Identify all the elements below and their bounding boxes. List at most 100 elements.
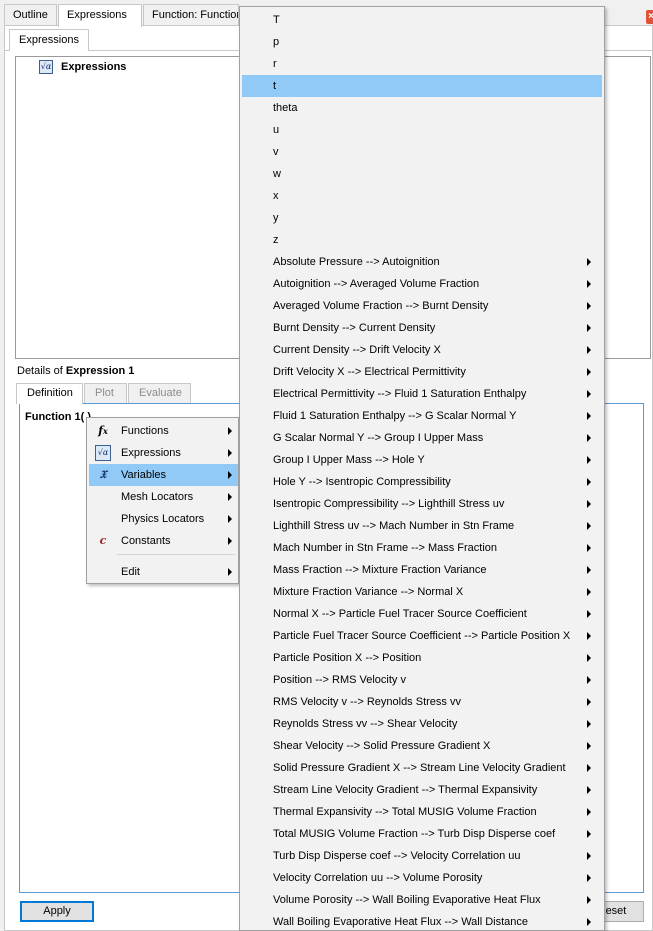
variable-menu-item[interactable]: Mass Fraction --> Mixture Fraction Varia… xyxy=(242,559,602,581)
close-icon[interactable]: × xyxy=(646,10,653,24)
chevron-right-icon xyxy=(587,676,591,684)
apply-button[interactable]: Apply xyxy=(20,901,94,922)
variable-menu-item[interactable]: Current Density --> Drift Velocity X xyxy=(242,339,602,361)
variable-menu-item[interactable]: v xyxy=(242,141,602,163)
variable-menu-item[interactable]: p xyxy=(242,31,602,53)
variable-menu-item-label: Isentropic Compressibility --> Lighthill… xyxy=(273,498,505,510)
chevron-right-icon xyxy=(587,258,591,266)
variable-menu-item-label: v xyxy=(273,146,279,158)
variable-menu-item-label: Particle Position X --> Position xyxy=(273,652,422,664)
tab-evaluate[interactable]: Evaluate xyxy=(128,383,191,403)
variable-menu-item[interactable]: Reynolds Stress vv --> Shear Velocity xyxy=(242,713,602,735)
variable-menu-item-label: y xyxy=(273,212,279,224)
menu-item-variables[interactable]: 𝔛 Variables xyxy=(89,464,238,486)
variable-x-icon: 𝔛 xyxy=(99,468,107,481)
menu-item-mesh-locators[interactable]: Mesh Locators xyxy=(89,486,238,508)
variable-menu-item-label: Reynolds Stress vv --> Shear Velocity xyxy=(273,718,458,730)
chevron-right-icon xyxy=(587,500,591,508)
variable-menu-item[interactable]: u xyxy=(242,119,602,141)
menu-item-constants[interactable]: c Constants xyxy=(89,530,238,552)
menu-item-label: Expressions xyxy=(121,447,181,459)
variable-menu-item-label: Mixture Fraction Variance --> Normal X xyxy=(273,586,464,598)
menu-item-label: Constants xyxy=(121,535,171,547)
variable-menu-item[interactable]: Stream Line Velocity Gradient --> Therma… xyxy=(242,779,602,801)
menu-item-label: Edit xyxy=(121,566,140,578)
variable-menu-item[interactable]: t xyxy=(242,75,602,97)
variable-menu-item[interactable]: RMS Velocity v --> Reynolds Stress vv xyxy=(242,691,602,713)
variable-menu-item-label: Volume Porosity --> Wall Boiling Evapora… xyxy=(273,894,541,906)
variable-menu-item-label: theta xyxy=(273,102,298,114)
function-fx-icon: fx xyxy=(98,424,108,437)
variable-menu-item[interactable]: Burnt Density --> Current Density xyxy=(242,317,602,339)
tab-function-function-1[interactable]: Function: Function 1 xyxy=(143,4,239,26)
tab-outline[interactable]: Outline xyxy=(4,4,57,26)
variable-menu-item[interactable]: Drift Velocity X --> Electrical Permitti… xyxy=(242,361,602,383)
tab-definition[interactable]: Definition xyxy=(16,383,83,404)
variable-menu-item[interactable]: Mach Number in Stn Frame --> Mass Fracti… xyxy=(242,537,602,559)
menu-item-functions[interactable]: fx Functions xyxy=(89,420,238,442)
tab-expressions[interactable]: Expressions xyxy=(58,4,142,27)
variables-submenu: Tp r t theta u v w x y z Absolute Pressure --> Aut… xyxy=(239,6,605,931)
chevron-right-icon xyxy=(228,471,232,479)
variable-menu-item[interactable]: z xyxy=(242,229,602,251)
variable-menu-item[interactable]: theta xyxy=(242,97,602,119)
variable-menu-item-label: p xyxy=(273,36,280,48)
variable-menu-item[interactable]: Absolute Pressure --> Autoignition xyxy=(242,251,602,273)
menu-item-label: Physics Locators xyxy=(121,513,205,525)
variable-menu-item[interactable]: Velocity Correlation uu --> Volume Poros… xyxy=(242,867,602,889)
variable-menu-item[interactable]: Wall Boiling Evaporative Heat Flux --> W… xyxy=(242,911,602,930)
variable-menu-item[interactable]: Particle Fuel Tracer Source Coefficient … xyxy=(242,625,602,647)
chevron-right-icon xyxy=(587,830,591,838)
variable-menu-item[interactable]: Normal X --> Particle Fuel Tracer Source… xyxy=(242,603,602,625)
variable-menu-item[interactable]: y xyxy=(242,207,602,229)
chevron-right-icon xyxy=(228,427,232,435)
chevron-right-icon xyxy=(228,537,232,545)
tab-plot[interactable]: Plot xyxy=(84,383,127,403)
menu-item-edit[interactable]: Edit xyxy=(89,561,238,583)
variable-menu-item[interactable]: Solid Pressure Gradient X --> Stream Lin… xyxy=(242,757,602,779)
chevron-right-icon xyxy=(587,786,591,794)
chevron-right-icon xyxy=(587,588,591,596)
variable-menu-item-label: Fluid 1 Saturation Enthalpy --> G Scalar… xyxy=(273,410,517,422)
variable-menu-item[interactable]: G Scalar Normal Y --> Group I Upper Mass xyxy=(242,427,602,449)
variable-menu-item-label: RMS Velocity v --> Reynolds Stress vv xyxy=(273,696,461,708)
tab-expressions-tree[interactable]: Expressions xyxy=(9,29,89,51)
variable-menu-item[interactable]: Shear Velocity --> Solid Pressure Gradie… xyxy=(242,735,602,757)
variable-menu-item[interactable]: Hole Y --> Isentropic Compressibility xyxy=(242,471,602,493)
context-menu: fx Functions √α Expressions 𝔛 Variables … xyxy=(86,417,239,584)
variable-menu-item[interactable]: Volume Porosity --> Wall Boiling Evapora… xyxy=(242,889,602,911)
chevron-right-icon xyxy=(587,698,591,706)
variable-menu-item[interactable]: x xyxy=(242,185,602,207)
variable-menu-item[interactable]: T xyxy=(242,9,602,31)
variable-menu-item[interactable]: Fluid 1 Saturation Enthalpy --> G Scalar… xyxy=(242,405,602,427)
chevron-right-icon xyxy=(587,654,591,662)
variable-menu-item[interactable]: Autoignition --> Averaged Volume Fractio… xyxy=(242,273,602,295)
variable-menu-item-label: Particle Fuel Tracer Source Coefficient … xyxy=(273,630,571,642)
variable-menu-item-label: Mass Fraction --> Mixture Fraction Varia… xyxy=(273,564,487,576)
variable-menu-item-label: Hole Y --> Isentropic Compressibility xyxy=(273,476,451,488)
variable-menu-item[interactable]: Group I Upper Mass --> Hole Y xyxy=(242,449,602,471)
variable-menu-item[interactable]: Particle Position X --> Position xyxy=(242,647,602,669)
chevron-right-icon xyxy=(587,456,591,464)
variable-menu-item[interactable]: w xyxy=(242,163,602,185)
menu-item-expressions[interactable]: √α Expressions xyxy=(89,442,238,464)
variable-menu-item[interactable]: Lighthill Stress uv --> Mach Number in S… xyxy=(242,515,602,537)
chevron-right-icon xyxy=(587,632,591,640)
variable-menu-item[interactable]: Isentropic Compressibility --> Lighthill… xyxy=(242,493,602,515)
variable-menu-item[interactable]: Thermal Expansivity --> Total MUSIG Volu… xyxy=(242,801,602,823)
variable-menu-item[interactable]: Mixture Fraction Variance --> Normal X xyxy=(242,581,602,603)
chevron-right-icon xyxy=(587,280,591,288)
chevron-right-icon xyxy=(587,808,591,816)
variable-menu-item[interactable]: Averaged Volume Fraction --> Burnt Densi… xyxy=(242,295,602,317)
variable-menu-item[interactable]: Turb Disp Disperse coef --> Velocity Cor… xyxy=(242,845,602,867)
chevron-right-icon xyxy=(587,742,591,750)
chevron-right-icon xyxy=(228,568,232,576)
variable-menu-item-label: x xyxy=(273,190,279,202)
tree-root-label[interactable]: Expressions xyxy=(61,61,126,73)
variable-menu-item[interactable]: r xyxy=(242,53,602,75)
editor-text: Function 1( ) xyxy=(25,411,91,423)
variable-menu-item[interactable]: Position --> RMS Velocity v xyxy=(242,669,602,691)
menu-item-physics-locators[interactable]: Physics Locators xyxy=(89,508,238,530)
variable-menu-item[interactable]: Total MUSIG Volume Fraction --> Turb Dis… xyxy=(242,823,602,845)
variable-menu-item[interactable]: Electrical Permittivity --> Fluid 1 Satu… xyxy=(242,383,602,405)
